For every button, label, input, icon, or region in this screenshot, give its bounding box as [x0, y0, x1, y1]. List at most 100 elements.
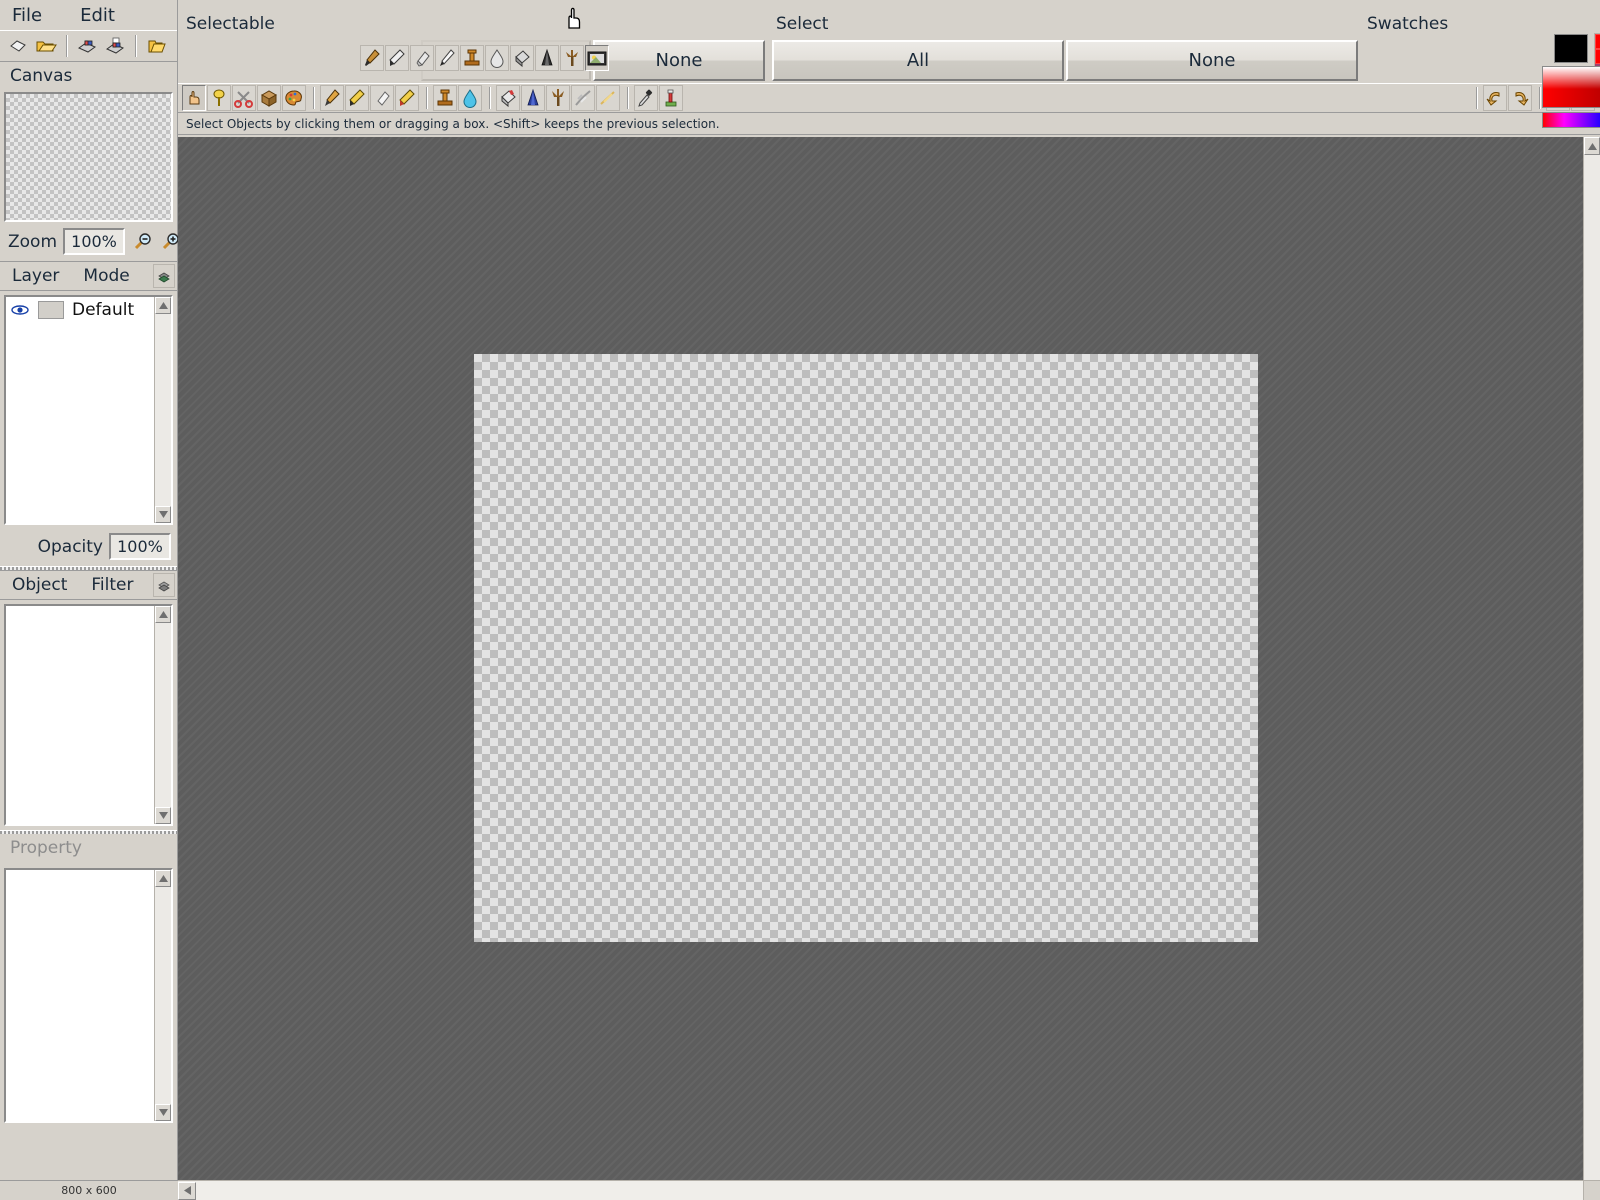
object-panel-tabs: Object Filter — [0, 570, 177, 600]
file-toolbar — [0, 30, 177, 62]
group-header-row: Selectable Select Swatches — [178, 0, 1600, 38]
tab-layer[interactable]: Layer — [0, 266, 71, 286]
stamp-tool[interactable] — [460, 45, 484, 71]
object-menu-icon[interactable] — [153, 573, 175, 597]
tab-object[interactable]: Object — [0, 575, 79, 595]
tree-tool[interactable] — [546, 85, 570, 111]
color-picker-tool[interactable] — [634, 85, 658, 111]
select-all-button[interactable]: All — [772, 40, 1064, 81]
eye-icon[interactable] — [10, 303, 30, 317]
save-as-icon[interactable] — [101, 33, 129, 59]
measure-tool[interactable] — [659, 85, 683, 111]
eraser-tool[interactable] — [410, 45, 434, 71]
opacity-input[interactable]: 100% — [109, 533, 171, 560]
tab-mode[interactable]: Mode — [71, 266, 141, 286]
select-objects-tool[interactable] — [182, 85, 206, 111]
toolbar-separator — [627, 87, 628, 109]
water-tool[interactable] — [458, 85, 482, 111]
color-swatch[interactable] — [1595, 49, 1600, 64]
canvas-vertical-scrollbar[interactable] — [1583, 137, 1600, 1180]
canvas-thumbnail[interactable] — [4, 92, 173, 222]
select-group-title: Select — [776, 14, 829, 34]
palette-tool[interactable] — [282, 85, 306, 111]
layer-color-swatch[interactable] — [38, 301, 64, 319]
knife-tool[interactable] — [435, 45, 459, 71]
top-dock: Selectable Select Swatches None All None — [178, 0, 1600, 137]
canvas-thumbnail-wrap — [0, 92, 177, 222]
opacity-label: Opacity — [37, 536, 103, 557]
brush-tool[interactable] — [360, 45, 384, 71]
grass-tool[interactable] — [571, 85, 595, 111]
layer-list[interactable]: Default — [4, 295, 173, 525]
pin-tool[interactable] — [207, 85, 231, 111]
tab-filter[interactable]: Filter — [79, 575, 145, 595]
bucket-fill-tool[interactable] — [496, 85, 520, 111]
undo-button[interactable] — [1483, 85, 1507, 111]
pencil-tool[interactable] — [385, 45, 409, 71]
box-tool[interactable] — [257, 85, 281, 111]
scroll-up-icon[interactable] — [1584, 137, 1600, 155]
scroll-up-icon[interactable] — [155, 606, 171, 623]
scroll-down-icon[interactable] — [155, 1104, 171, 1121]
artboard[interactable] — [474, 354, 1258, 942]
zoom-row: Zoom 100% — [0, 222, 179, 261]
toolbar-separator — [1476, 87, 1477, 109]
new-document-icon[interactable] — [4, 33, 32, 59]
scroll-down-icon[interactable] — [155, 807, 171, 824]
layer-menu-icon[interactable] — [153, 264, 175, 288]
scroll-up-icon[interactable] — [155, 870, 171, 887]
menu-file[interactable]: File — [8, 4, 46, 27]
plant-tool[interactable] — [560, 45, 584, 71]
zoom-label: Zoom — [8, 231, 58, 252]
folder-icon[interactable] — [142, 33, 170, 59]
saturation-value-picker[interactable] — [1542, 66, 1600, 108]
open-folder-icon[interactable] — [32, 33, 60, 59]
list-item[interactable]: Default — [6, 297, 171, 323]
hue-slider[interactable] — [1542, 112, 1600, 128]
sketch-tool[interactable] — [395, 85, 419, 111]
color-swatch-grid[interactable] — [1594, 33, 1600, 67]
redo-button[interactable] — [1508, 85, 1532, 111]
toolbar-separator — [489, 87, 490, 109]
canvas-horizontal-scrollbar[interactable] — [178, 1180, 1583, 1200]
zoom-input[interactable]: 100% — [63, 228, 126, 255]
scroll-down-icon[interactable] — [155, 506, 171, 523]
wheat-tool[interactable] — [596, 85, 620, 111]
swatches-panel — [1540, 0, 1600, 137]
erase-tool[interactable] — [370, 85, 394, 111]
swatches-panel-title: Swatches — [1367, 14, 1449, 34]
menu-bar: File Edit — [0, 0, 177, 30]
application-window: File Edit Canvas Zoom 100% Layer Mode De… — [0, 0, 1600, 1200]
property-list-scrollbar[interactable] — [154, 870, 171, 1121]
object-list[interactable] — [4, 604, 173, 826]
canvas-viewport[interactable] — [178, 137, 1583, 1180]
object-tool-toolbar — [178, 83, 1600, 113]
stamp-tool-2[interactable] — [433, 85, 457, 111]
draw-tool[interactable] — [345, 85, 369, 111]
toolbar-separator — [135, 35, 136, 57]
selectable-none-button[interactable]: None — [593, 40, 765, 81]
layer-list-scrollbar[interactable] — [154, 297, 171, 523]
cut-tool[interactable] — [232, 85, 256, 111]
current-color-swatch[interactable] — [1554, 34, 1588, 63]
object-list-scrollbar[interactable] — [154, 606, 171, 824]
scroll-left-icon[interactable] — [178, 1181, 196, 1200]
property-list[interactable] — [4, 868, 173, 1123]
property-panel-title: Property — [10, 838, 82, 858]
fill-tool[interactable] — [510, 45, 534, 71]
tool-hint-text: Select Objects by clicking them or dragg… — [186, 116, 720, 131]
zoom-out-icon[interactable] — [131, 231, 153, 253]
airbrush-tool-2[interactable] — [521, 85, 545, 111]
scroll-up-icon[interactable] — [155, 297, 171, 314]
menu-edit[interactable]: Edit — [76, 4, 119, 27]
paint-tool[interactable] — [320, 85, 344, 111]
image-tool[interactable] — [585, 45, 609, 71]
blur-tool[interactable] — [485, 45, 509, 71]
left-dock: File Edit Canvas Zoom 100% Layer Mode De… — [0, 0, 179, 1200]
layer-panel-tabs: Layer Mode — [0, 261, 177, 291]
color-swatch[interactable] — [1595, 34, 1600, 49]
toolbar-separator — [426, 87, 427, 109]
save-icon[interactable] — [73, 33, 101, 59]
select-none-button[interactable]: None — [1066, 40, 1358, 81]
airbrush-tool[interactable] — [535, 45, 559, 71]
